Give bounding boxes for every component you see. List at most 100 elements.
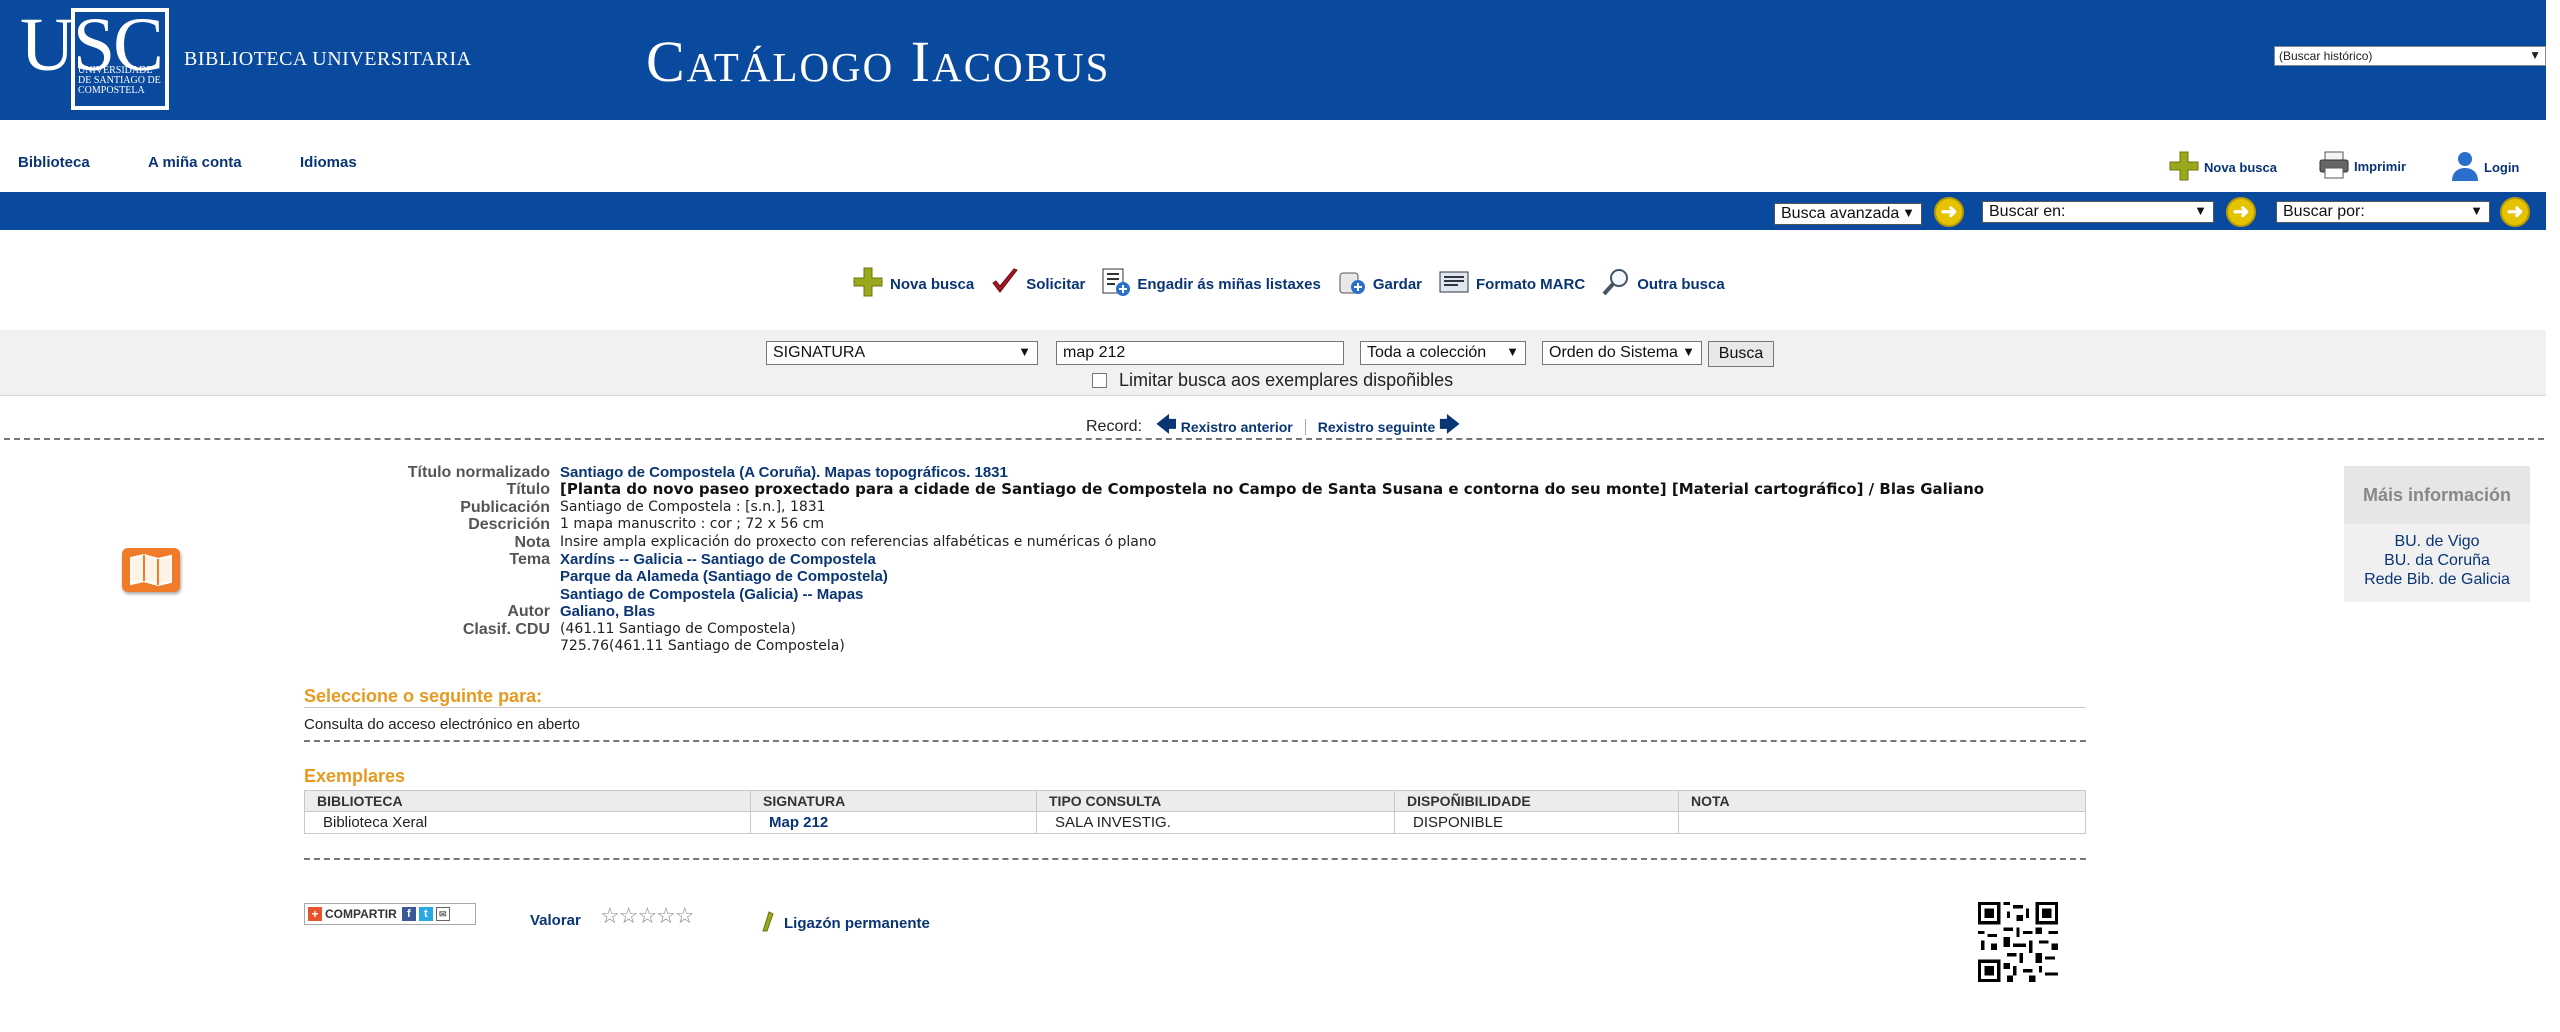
search-query-input[interactable]: map 212	[1056, 341, 1344, 365]
open-access-link[interactable]: Consulta do acceso electrónico en aberto	[304, 716, 580, 733]
action-other-search-label: Outra busca	[1637, 275, 1725, 293]
more-info-link-galicia[interactable]: Rede Bib. de Galicia	[2344, 570, 2530, 589]
search-in-go-button[interactable]: ➜	[2226, 197, 2256, 227]
field-label: Clasif. CDU	[462, 620, 550, 638]
search-in-value: Buscar en:	[1989, 203, 2066, 220]
table-row: Biblioteca Xeral Map 212 SALA INVESTIG. …	[304, 811, 2086, 834]
arrow-right-icon: ➜	[2506, 201, 2524, 223]
map-material-icon	[122, 548, 180, 592]
chevron-down-icon: ▼	[1018, 344, 1031, 359]
login-link[interactable]: Login	[2450, 150, 2519, 185]
action-save-label: Gardar	[1372, 275, 1423, 293]
cell-consult-type: SALA INVESTIG.	[1036, 811, 1395, 834]
site-header: USC Universidade de Santiago de Composte…	[0, 0, 2546, 120]
nav-my-account[interactable]: A miña conta	[148, 154, 242, 171]
record-row-cdu: Clasif. CDU (461.11 Santiago de Composte…	[300, 621, 2100, 638]
nav-languages[interactable]: Idiomas	[300, 154, 357, 171]
catalog-title: Catálogo Iacobus	[646, 29, 1111, 94]
printer-icon	[2318, 150, 2350, 183]
chevron-down-icon: ▼	[2470, 203, 2483, 218]
new-search-link[interactable]: Nova busca	[2168, 150, 2277, 185]
subject-link[interactable]: Xardíns -- Galicia -- Santiago de Compos…	[560, 551, 876, 568]
share-button[interactable]: + COMPARTIR f t ✉	[304, 903, 476, 925]
list-add-icon	[1101, 267, 1131, 301]
share-label: COMPARTIR	[325, 907, 397, 921]
search-button[interactable]: Busca	[1708, 341, 1774, 367]
usc-logo[interactable]: USC Universidade de Santiago de Composte…	[20, 3, 170, 110]
chevron-down-icon: ▼	[2529, 48, 2541, 62]
more-info-link-coruna[interactable]: BU. da Coruña	[2344, 551, 2530, 570]
column-header: NOTA	[1678, 790, 2086, 812]
search-by-value: Buscar por:	[2283, 203, 2365, 220]
previous-record-label: Rexistro anterior	[1180, 419, 1293, 435]
plus-icon	[852, 266, 884, 302]
record-row-note: Nota Insire ampla explicación do proxect…	[300, 534, 2100, 551]
search-by-select[interactable]: Buscar por: ▼	[2276, 201, 2490, 223]
action-save[interactable]: Gardar	[1337, 267, 1422, 301]
library-name[interactable]: BIBLIOTECA UNIVERSITARIA	[184, 48, 472, 71]
collection-select[interactable]: Toda a colección ▼	[1360, 341, 1526, 365]
record-row-subject: Tema Xardíns -- Galicia -- Santiago de C…	[300, 551, 2100, 568]
rating-stars[interactable]: ☆☆☆☆☆	[600, 903, 695, 929]
record-row-cdu: 725.76(461.11 Santiago de Compostela)	[300, 638, 2100, 655]
cell-availability: DISPONIBLE	[1394, 811, 1679, 834]
plus-icon	[2168, 150, 2200, 185]
search-band: SIGNATURA ▼ map 212 Toda a colección ▼ O…	[0, 330, 2546, 396]
action-request-label: Solicitar	[1026, 275, 1086, 293]
record-row-normalized-title: Título normalizado Santiago de Compostel…	[300, 464, 2100, 481]
description-value: 1 mapa manuscrito : cor ; 72 x 56 cm	[560, 516, 824, 533]
action-request[interactable]: Solicitar	[990, 267, 1085, 301]
column-header: DISPOÑIBILIDADE	[1394, 790, 1679, 812]
nav-biblioteca[interactable]: Biblioteca	[18, 154, 90, 171]
top-nav: Biblioteca A miña conta Idiomas Nova bus…	[0, 120, 2546, 192]
action-new-search[interactable]: Nova busca	[852, 266, 974, 302]
divider	[1304, 419, 1306, 435]
column-header: BIBLIOTECA	[304, 790, 751, 812]
chevron-down-icon: ▼	[1902, 205, 1915, 220]
limit-available-label: Limitar busca aos exemplares dispoñibles	[1119, 370, 1454, 390]
column-header: SIGNATURA	[750, 790, 1037, 812]
search-history-select[interactable]: (Buscar histórico) ▼	[2274, 46, 2546, 66]
limit-available-checkbox[interactable]	[1092, 373, 1107, 388]
copies-section-title: Exemplares	[304, 766, 406, 786]
new-search-label: Nova busca	[2204, 160, 2277, 175]
qr-code	[1978, 902, 2058, 982]
sort-order-select[interactable]: Orden do Sistema ▼	[1542, 341, 1702, 365]
action-other-search[interactable]: Outra busca	[1601, 267, 1725, 301]
chevron-down-icon: ▼	[2194, 203, 2207, 218]
action-marc-format[interactable]: Formato MARC	[1438, 268, 1585, 300]
normalized-title-link[interactable]: Santiago de Compostela (A Coruña). Mapas…	[560, 464, 1008, 481]
search-field-select[interactable]: SIGNATURA ▼	[766, 341, 1038, 365]
author-link[interactable]: Galiano, Blas	[560, 603, 655, 620]
subject-link[interactable]: Parque da Alameda (Santiago de Compostel…	[560, 568, 888, 585]
cell-call-number-link[interactable]: Map 212	[750, 811, 1037, 834]
limit-available-row: Limitar busca aos exemplares dispoñibles	[1092, 370, 1453, 391]
subject-link[interactable]: Santiago de Compostela (Galicia) -- Mapa…	[560, 586, 863, 603]
permalink-link[interactable]: Ligazón permanente	[760, 910, 930, 936]
divider	[304, 740, 2086, 742]
advanced-search-go-button[interactable]: ➜	[1934, 197, 1964, 227]
record-row-publication: Publicación Santiago de Compostela : [s.…	[300, 499, 2100, 516]
table-header-row: BIBLIOTECA SIGNATURA TIPO CONSULTA DISPO…	[304, 790, 2086, 812]
field-label: Autor	[507, 603, 550, 621]
cdu-value: 725.76(461.11 Santiago de Compostela)	[560, 638, 845, 655]
action-add-to-lists[interactable]: Engadir ás miñas listaxes	[1101, 267, 1321, 301]
search-by-go-button[interactable]: ➜	[2500, 197, 2530, 227]
field-label: Publicación	[460, 498, 550, 516]
check-icon	[990, 267, 1020, 301]
record-label: Record:	[1086, 418, 1143, 435]
record-title: [Planta do novo paseo proxectado para a …	[560, 480, 1985, 499]
field-label	[300, 586, 560, 603]
email-icon: ✉	[435, 907, 450, 921]
record-row-subject: Parque da Alameda (Santiago de Compostel…	[300, 568, 2100, 585]
share-plus-icon: +	[308, 907, 322, 921]
record-row-description: Descrición 1 mapa manuscrito : cor ; 72 …	[300, 516, 2100, 533]
note-value: Insire ampla explicación do proxecto con…	[560, 533, 1157, 550]
logo-subtitle: Universidade de Santiago de Compostela	[78, 65, 161, 96]
print-link[interactable]: Imprimir	[2318, 150, 2406, 183]
chevron-down-icon: ▼	[1506, 344, 1519, 359]
advanced-search-select[interactable]: Busca avanzada ▼	[1774, 203, 1922, 225]
search-in-select[interactable]: Buscar en: ▼	[1982, 201, 2214, 223]
action-new-search-label: Nova busca	[890, 275, 975, 293]
more-info-link-vigo[interactable]: BU. de Vigo	[2344, 532, 2530, 551]
